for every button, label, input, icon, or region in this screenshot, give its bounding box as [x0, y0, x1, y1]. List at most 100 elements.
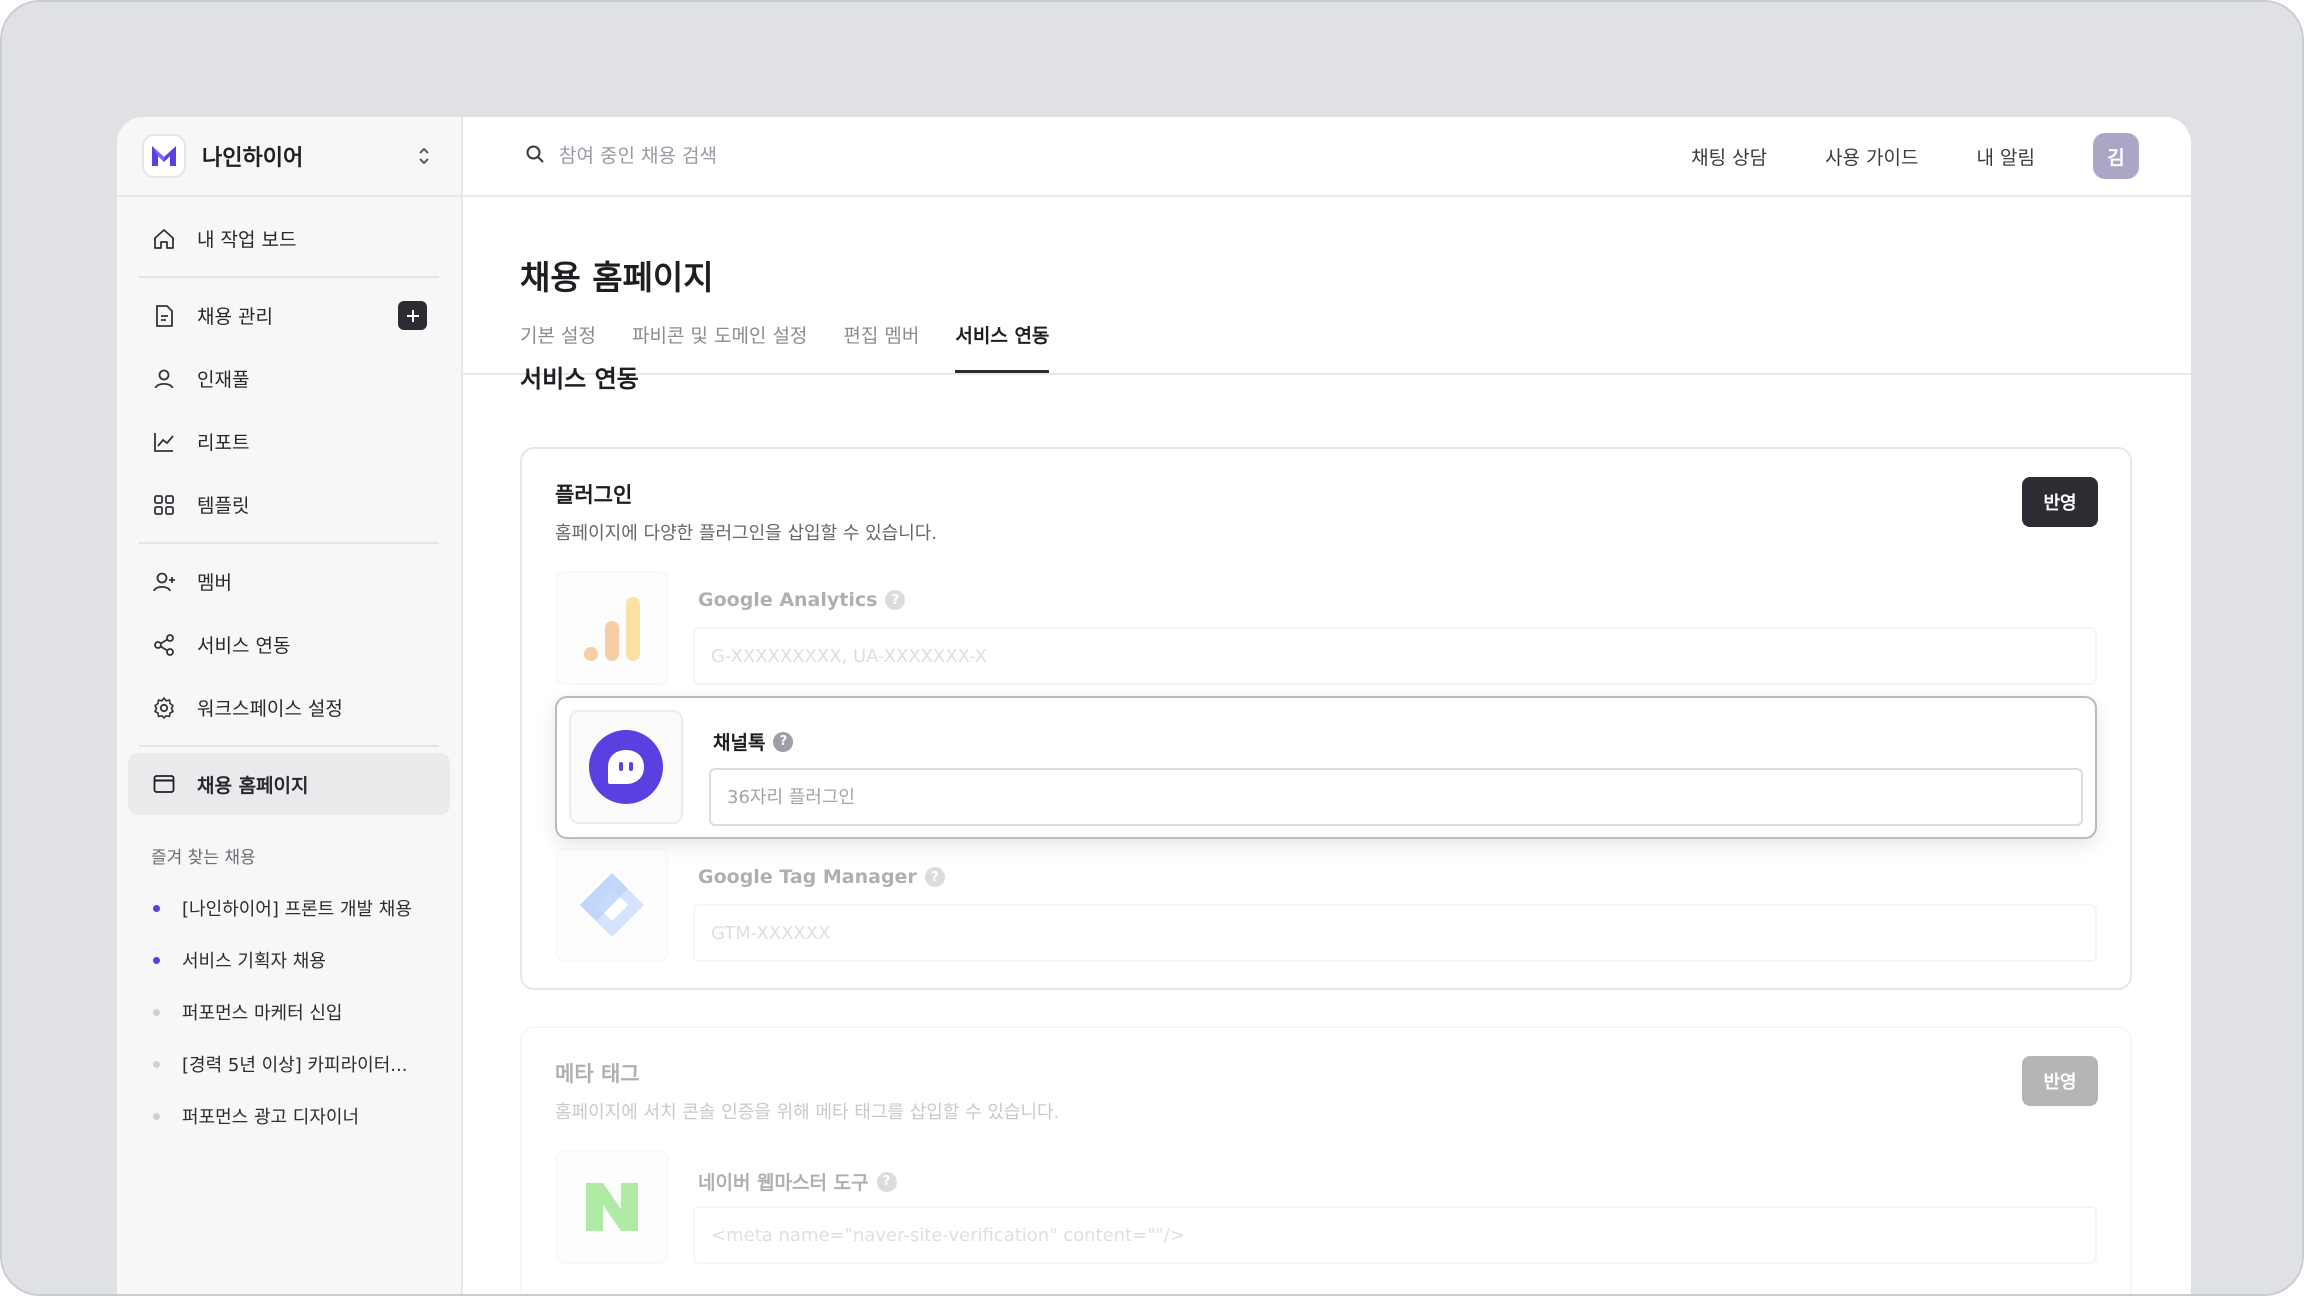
sidebar-item-template[interactable]: 템플릿: [117, 473, 461, 536]
sidebar-item-recruit-manage[interactable]: 채용 관리: [117, 284, 461, 347]
plugin-google-analytics: Google Analytics?: [555, 571, 2097, 691]
plugin-channel-talk: 채널톡?: [555, 696, 2097, 839]
card-title: 메타 태그: [555, 1062, 640, 1086]
card-description: 홈페이지에 서치 콘솔 인증을 위해 메타 태그를 삽입할 수 있습니다.: [555, 1102, 1060, 1123]
workspace-switcher[interactable]: 나인하이어: [117, 117, 461, 197]
device-frame: 나인하이어 내 작업 보드 채용 관리 인재풀 리포트 템플릿 멤버 서비스 연…: [0, 0, 2304, 1296]
channel-talk-input[interactable]: [709, 768, 2083, 826]
user-guide-link[interactable]: 사용 가이드: [1825, 143, 1918, 170]
person-add-icon: [151, 569, 177, 595]
apply-button[interactable]: 반영: [2022, 477, 2098, 527]
status-dot: [153, 904, 160, 912]
tab-divider: [463, 373, 2191, 375]
sidebar-item-label: 멤버: [197, 572, 232, 594]
plugin-name-text: 네이버 웹마스터 도구: [698, 1172, 869, 1194]
tab-edit-members[interactable]: 편집 멤버: [843, 321, 919, 373]
help-icon[interactable]: ?: [773, 731, 794, 752]
favorites-title: 즐겨 찾는 채용: [151, 848, 256, 868]
channel-talk-icon: [569, 710, 683, 824]
top-bar: 채팅 상담 사용 가이드 내 알림 김: [463, 117, 2191, 197]
person-icon: [151, 366, 177, 392]
meta-naver-webmaster: 네이버 웹마스터 도구?: [555, 1150, 2097, 1270]
page-title: 채용 홈페이지: [520, 258, 714, 297]
chevron-updown-icon[interactable]: [413, 141, 435, 171]
apply-button[interactable]: 반영: [2022, 1056, 2098, 1106]
notifications-link[interactable]: 내 알림: [1977, 143, 2035, 170]
divider: [139, 276, 439, 278]
help-icon[interactable]: ?: [876, 1171, 897, 1192]
plugin-name-text: Google Analytics: [698, 589, 878, 611]
sidebar-item-report[interactable]: 리포트: [117, 410, 461, 473]
search-bar: [525, 144, 1691, 168]
sidebar-item-label: 인재풀: [197, 369, 250, 391]
plugin-google-tag-manager: Google Tag Manager?: [555, 848, 2097, 968]
plugin-card: 플러그인 홈페이지에 다양한 플러그인을 삽입할 수 있습니다. 반영 Goog…: [520, 447, 2132, 990]
sidebar-item-label: 채용 관리: [197, 306, 273, 328]
main-content: 채용 홈페이지 기본 설정 파비콘 및 도메인 설정 편집 멤버 서비스 연동 …: [463, 197, 2191, 1294]
google-analytics-icon: [555, 571, 669, 685]
tab-favicon-domain[interactable]: 파비콘 및 도메인 설정: [632, 321, 807, 373]
help-icon[interactable]: ?: [885, 590, 906, 610]
sidebar: 나인하이어 내 작업 보드 채용 관리 인재풀 리포트 템플릿 멤버 서비스 연…: [117, 117, 463, 1294]
favorite-label: 서비스 기획자 채용: [182, 951, 326, 972]
favorite-item[interactable]: 퍼포먼스 마케터 신입: [117, 986, 461, 1038]
card-title: 플러그인: [555, 483, 633, 507]
google-analytics-input[interactable]: [693, 627, 2097, 685]
sidebar-nav: 내 작업 보드 채용 관리 인재풀 리포트 템플릿 멤버 서비스 연동 워크스페…: [117, 197, 461, 815]
workspace-logo: [142, 134, 186, 178]
plugin-name: Google Analytics?: [698, 589, 906, 611]
sidebar-item-recruit-homepage[interactable]: 채용 홈페이지: [128, 753, 450, 815]
status-dot: [153, 956, 160, 964]
sidebar-item-label: 워크스페이스 설정: [197, 698, 343, 720]
plugin-name-text: 채널톡: [713, 732, 766, 754]
favorite-item[interactable]: [경력 5년 이상] 카피라이터...: [117, 1038, 461, 1090]
browser-window-icon: [151, 771, 177, 797]
google-tag-manager-icon: [555, 848, 669, 962]
home-icon: [151, 226, 177, 252]
favorite-label: 퍼포먼스 마케터 신입: [182, 1003, 343, 1024]
sidebar-item-label: 내 작업 보드: [197, 229, 297, 251]
document-icon: [151, 303, 177, 329]
add-recruit-button[interactable]: [398, 301, 427, 330]
section-title: 서비스 연동: [520, 365, 639, 393]
favorite-label: [경력 5년 이상] 카피라이터...: [182, 1055, 408, 1076]
favorite-item[interactable]: 퍼포먼스 광고 디자이너: [117, 1090, 461, 1142]
plugin-name-text: Google Tag Manager: [698, 866, 917, 888]
plugin-name: 채널톡?: [713, 728, 794, 755]
grid-icon: [151, 492, 177, 518]
gear-icon: [151, 695, 177, 721]
divider: [139, 542, 439, 544]
chat-support-link[interactable]: 채팅 상담: [1691, 143, 1767, 170]
chart-line-icon: [151, 429, 177, 455]
sidebar-item-label: 서비스 연동: [197, 635, 291, 657]
sidebar-item-label: 템플릿: [197, 495, 250, 517]
google-tag-manager-input[interactable]: [693, 904, 2097, 962]
divider: [139, 745, 439, 747]
avatar[interactable]: 김: [2093, 133, 2139, 179]
workspace-name: 나인하이어: [202, 146, 304, 171]
tab-service-integration[interactable]: 서비스 연동: [955, 321, 1050, 373]
sidebar-item-member[interactable]: 멤버: [117, 550, 461, 613]
favorites-list: [나인하이어] 프론트 개발 채용 서비스 기획자 채용 퍼포먼스 마케터 신입…: [117, 882, 461, 1142]
favorite-label: [나인하이어] 프론트 개발 채용: [182, 899, 412, 920]
plugin-name: 네이버 웹마스터 도구?: [698, 1168, 897, 1195]
status-dot: [153, 1112, 160, 1120]
plugin-name: Google Tag Manager?: [698, 866, 945, 888]
sidebar-item-label: 리포트: [197, 432, 250, 454]
sidebar-item-label: 채용 홈페이지: [197, 774, 309, 797]
sidebar-item-talent-pool[interactable]: 인재풀: [117, 347, 461, 410]
naver-icon: [555, 1150, 669, 1264]
naver-meta-input[interactable]: [693, 1206, 2097, 1264]
app-window: 나인하이어 내 작업 보드 채용 관리 인재풀 리포트 템플릿 멤버 서비스 연…: [117, 117, 2191, 1294]
favorite-label: 퍼포먼스 광고 디자이너: [182, 1107, 360, 1128]
search-input[interactable]: [559, 145, 1059, 167]
share-icon: [151, 632, 177, 658]
status-dot: [153, 1060, 160, 1068]
sidebar-item-workspace-settings[interactable]: 워크스페이스 설정: [117, 676, 461, 739]
sidebar-item-work-board[interactable]: 내 작업 보드: [117, 207, 461, 270]
sidebar-item-service-integration[interactable]: 서비스 연동: [117, 613, 461, 676]
favorite-item[interactable]: [나인하이어] 프론트 개발 채용: [117, 882, 461, 934]
search-icon: [525, 144, 545, 168]
help-icon[interactable]: ?: [924, 867, 945, 887]
favorite-item[interactable]: 서비스 기획자 채용: [117, 934, 461, 986]
